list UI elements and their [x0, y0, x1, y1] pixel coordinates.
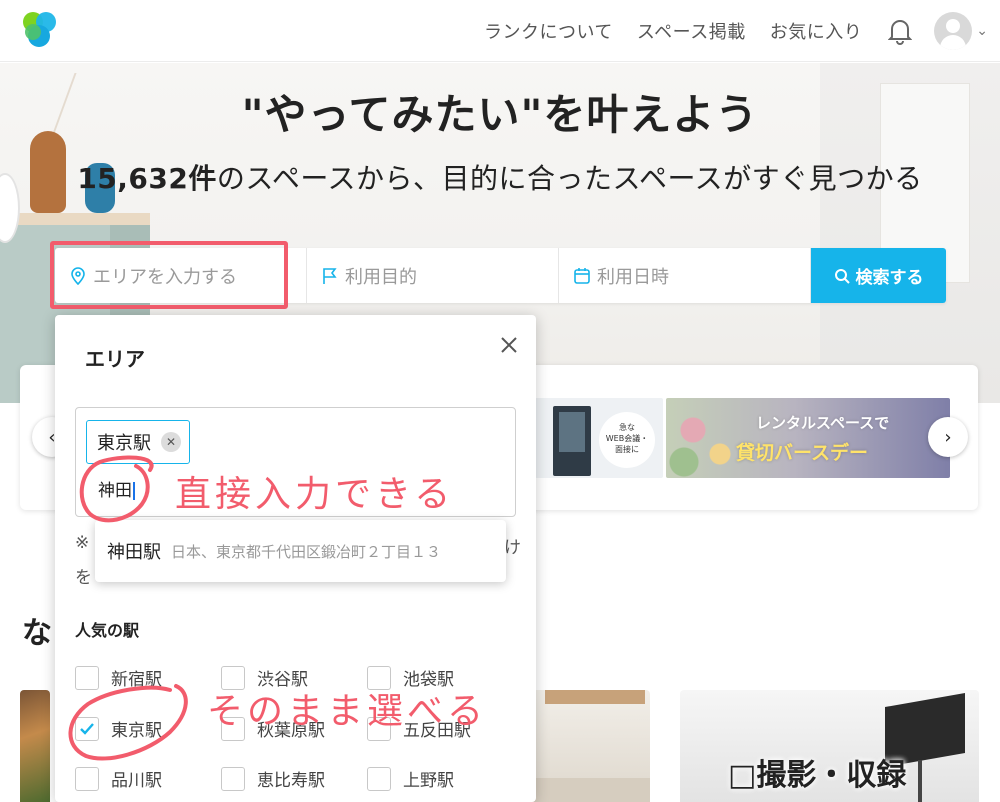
section-title: な — [22, 616, 52, 651]
chevron-down-icon[interactable]: ⌄ — [976, 23, 988, 39]
station-label: 新宿駅 — [111, 670, 162, 690]
checkbox-checked[interactable] — [75, 716, 99, 741]
banner-web-meeting[interactable]: 急な WEB会議・ 面接に — [535, 398, 663, 478]
typed-value: 神田 — [98, 481, 132, 501]
chip-remove-icon[interactable]: ✕ — [161, 432, 181, 452]
purpose-placeholder: 利用目的 — [345, 266, 417, 288]
station-checkbox-ueno[interactable]: 上野駅 — [367, 766, 513, 791]
station-label: 恵比寿駅 — [257, 771, 325, 791]
decor-shelf — [0, 213, 150, 225]
hint-text-fragment-1: ※ — [75, 533, 90, 553]
purpose-field[interactable]: 利用目的 — [307, 248, 559, 303]
text-caret — [133, 482, 135, 500]
suggestion-name: 神田駅 — [107, 542, 161, 563]
suggestion-item[interactable]: 神田駅 日本、東京都千代田区鍛冶町２丁目１３ — [95, 520, 506, 582]
station-checkbox-tokyo[interactable]: 東京駅 — [75, 716, 221, 741]
area-field-highlight — [50, 241, 288, 309]
space-card-room[interactable] — [525, 690, 650, 802]
station-label: 東京駅 — [111, 721, 162, 741]
light-stand-image — [918, 760, 922, 802]
date-field[interactable]: 利用日時 — [559, 248, 811, 303]
table-image — [525, 778, 650, 802]
checkbox[interactable] — [75, 766, 99, 791]
site-header: ランクについて スペース掲載 お気に入り ⌄ — [0, 0, 1000, 62]
search-icon — [834, 268, 850, 284]
nav-list-space-link[interactable]: スペース掲載 — [637, 18, 746, 44]
logo-icon[interactable] — [20, 8, 60, 52]
banner-web-line-1: 急な — [619, 423, 635, 432]
chip-label: 東京駅 — [97, 433, 151, 454]
date-placeholder: 利用日時 — [597, 266, 669, 288]
annotation-direct-input: 直接入力できる — [175, 474, 455, 515]
calendar-icon — [573, 267, 591, 285]
station-row: 品川駅 恵比寿駅 上野駅 — [75, 766, 513, 791]
station-label: 品川駅 — [111, 771, 162, 791]
area-typed-text[interactable]: 神田 — [98, 476, 135, 501]
hero-title: "やってみたい"を叶えよう — [241, 90, 759, 139]
flag-icon — [321, 267, 339, 285]
station-checkbox-shinjuku[interactable]: 新宿駅 — [75, 665, 221, 690]
nav-rank-link[interactable]: ランクについて — [484, 18, 613, 44]
user-menu[interactable]: ⌄ — [934, 12, 988, 50]
search-button-label: 検索する — [855, 268, 924, 288]
modal-title: エリア — [85, 347, 145, 371]
chevron-right-icon: › — [944, 426, 952, 448]
banner-web-line-2: WEB会議・ — [605, 434, 649, 443]
space-card-studio[interactable]: □撮影・収録 — [680, 690, 979, 802]
banner-web-meeting-text: 急な WEB会議・ 面接に — [599, 412, 655, 468]
station-checkbox-ebisu[interactable]: 恵比寿駅 — [221, 766, 367, 791]
bell-icon[interactable] — [886, 15, 914, 47]
banner-birthday-line-1: レンタルスペースで — [756, 414, 890, 432]
hint-text-fragment-3: け — [504, 538, 521, 558]
selected-area-chip: 東京駅 ✕ — [86, 420, 190, 464]
space-card-studio-label: □撮影・収録 — [728, 758, 907, 793]
search-button[interactable]: 検索する — [811, 248, 946, 303]
hint-text-fragment-2: を — [75, 568, 92, 588]
booth-window — [559, 412, 585, 452]
space-count: 15,632件 — [77, 162, 217, 195]
checkbox[interactable] — [221, 766, 245, 791]
carousel-next-button[interactable]: › — [928, 417, 968, 457]
hero-subtitle: 15,632件のスペースから、目的に合ったスペースがすぐ見つかる — [0, 157, 1000, 197]
close-icon[interactable] — [495, 331, 523, 359]
checkbox[interactable] — [75, 665, 99, 690]
lamp-image — [545, 690, 645, 704]
annotation-select-directly: そのまま選べる — [207, 691, 488, 732]
checkbox[interactable] — [367, 766, 391, 791]
banner-birthday-line-2: 貸切バースデー — [736, 442, 869, 464]
space-card-food[interactable] — [20, 690, 50, 802]
station-label: 上野駅 — [403, 771, 454, 791]
check-icon — [80, 722, 94, 735]
nav-favorites-link[interactable]: お気に入り — [770, 18, 863, 44]
banner-birthday[interactable]: レンタルスペースで 貸切バースデー — [666, 398, 950, 478]
popular-stations-title: 人気の駅 — [75, 621, 140, 640]
suggestion-address: 日本、東京都千代田区鍛冶町２丁目１３ — [171, 542, 442, 561]
hero-subtitle-text: のスペースから、目的に合ったスペースがすぐ見つかる — [216, 162, 923, 195]
header-nav: ランクについて スペース掲載 お気に入り ⌄ — [484, 0, 1000, 62]
avatar[interactable] — [934, 12, 973, 50]
banner-web-line-3: 面接に — [615, 445, 639, 454]
station-checkbox-shinagawa[interactable]: 品川駅 — [75, 766, 221, 791]
